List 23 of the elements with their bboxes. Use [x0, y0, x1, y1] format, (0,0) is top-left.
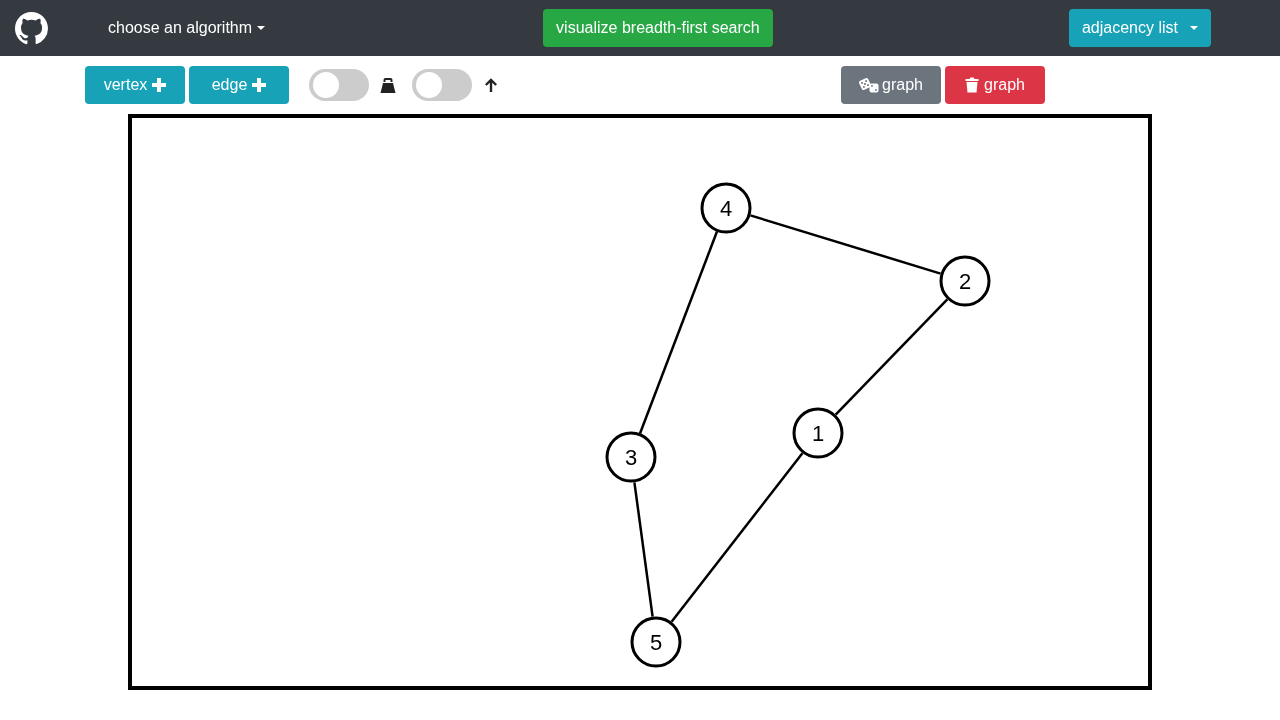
graph-node: 3: [605, 431, 657, 483]
view-dropdown-button[interactable]: adjacency list: [1068, 9, 1211, 47]
visualize-button[interactable]: visualize breadth-first search: [543, 9, 773, 47]
graph-node: 4: [700, 182, 752, 234]
toggle-switch[interactable]: [412, 69, 472, 101]
cat-logo-icon[interactable]: [15, 11, 48, 45]
plus-icon: [252, 78, 267, 92]
plus-icon: [152, 78, 167, 92]
graph-node: 1: [792, 407, 844, 459]
graph-node: 2: [939, 255, 991, 307]
weight-icon: [380, 77, 396, 93]
arrow-up-icon: [483, 77, 499, 93]
add-button[interactable]: edge: [189, 66, 289, 104]
caret-icon: [257, 26, 266, 30]
algorithm-dropdown[interactable]: choose an algorithm: [108, 19, 266, 37]
random-graph-button[interactable]: graph: [841, 66, 941, 104]
trash-icon: [965, 77, 980, 93]
graph-node: 5: [630, 616, 682, 668]
caret-icon: [1190, 26, 1198, 30]
toggle-switch[interactable]: [309, 69, 369, 101]
add-button[interactable]: vertex: [85, 66, 185, 104]
dice-icon: [859, 77, 880, 93]
delete-graph-button[interactable]: graph: [945, 66, 1045, 104]
